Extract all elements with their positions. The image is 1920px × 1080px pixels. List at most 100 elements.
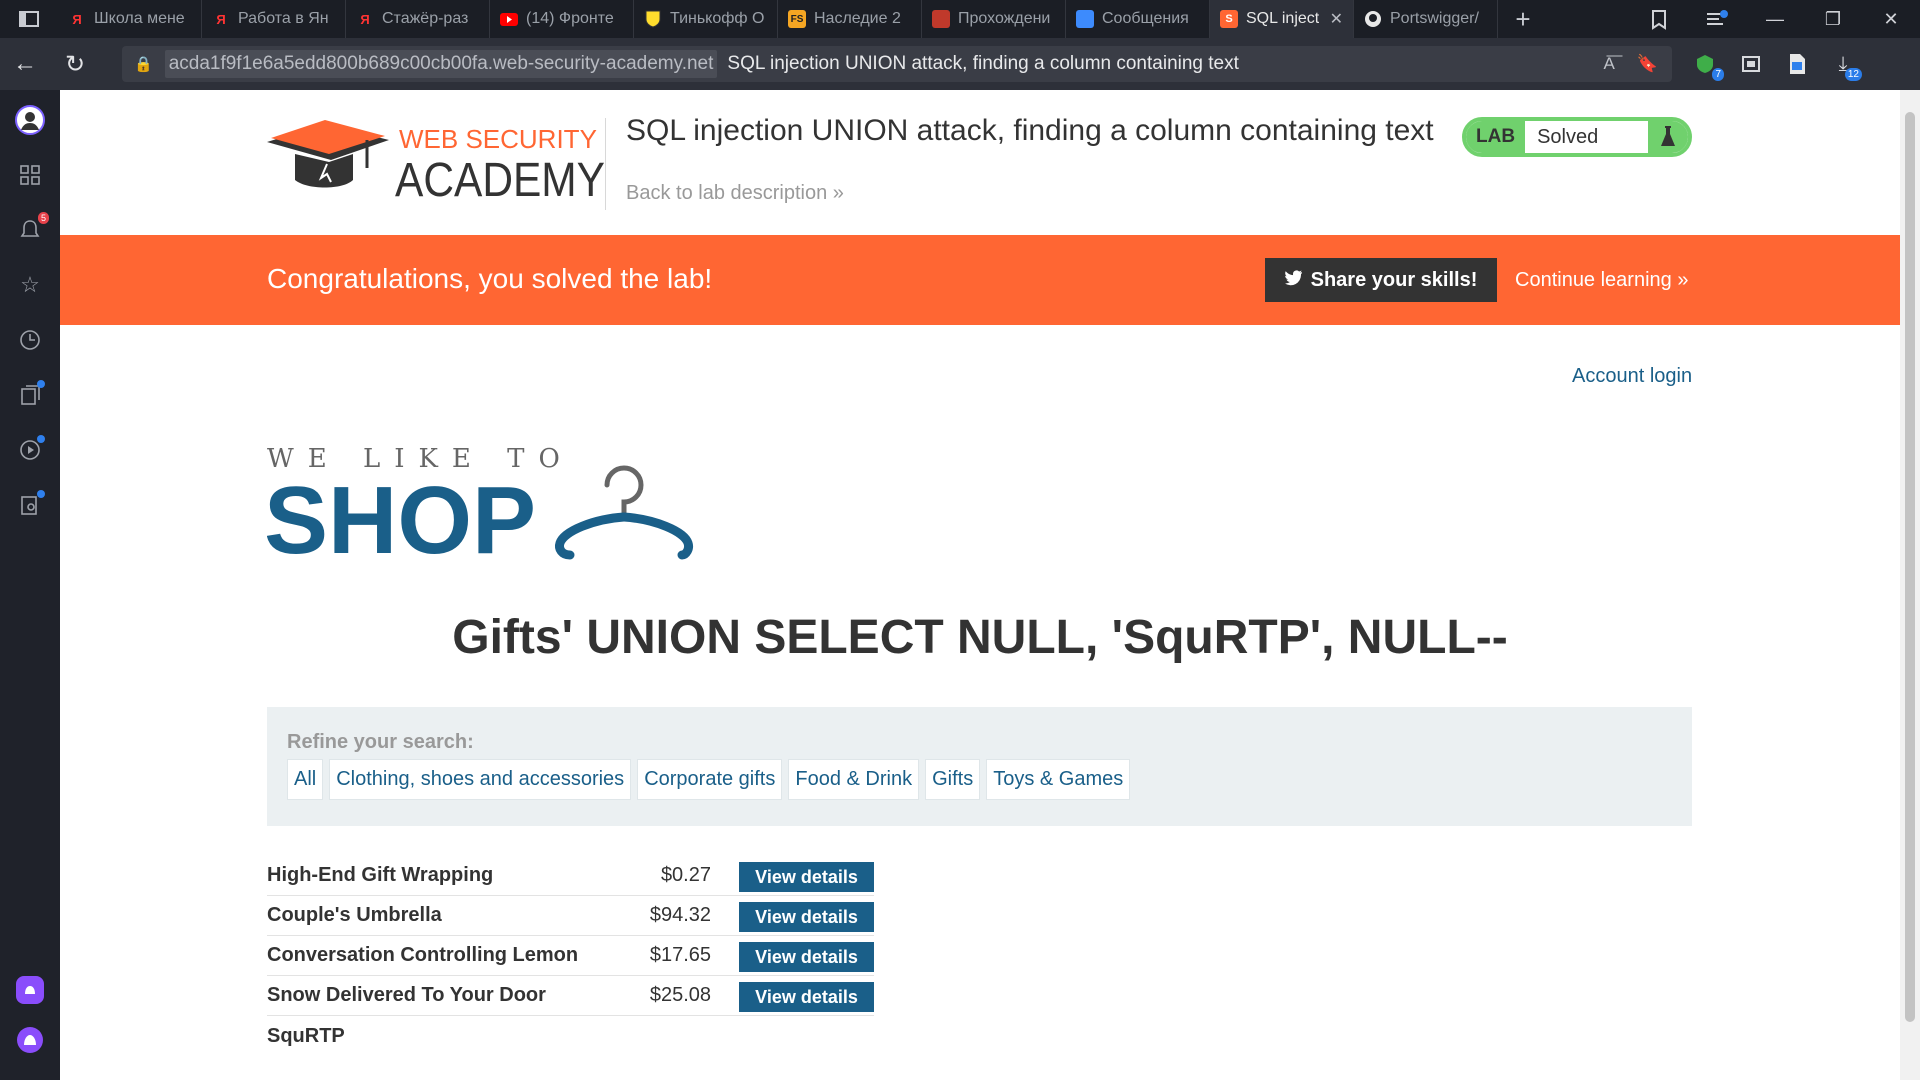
indicator-dot [37, 435, 45, 443]
academy-header: WEB SECURITY ACADEMY SQL injection UNION… [60, 90, 1900, 235]
lock-icon: 🔒 [134, 56, 153, 73]
table-row: SquRTP [267, 1016, 874, 1056]
web-security-academy-logo[interactable]: WEB SECURITY ACADEMY [267, 120, 607, 206]
star-icon[interactable]: ☆ [15, 270, 45, 300]
tab-2[interactable]: Я Стажёр-раз [346, 0, 490, 38]
tab-4[interactable]: Тинькофф О [634, 0, 778, 38]
account-login-link[interactable]: Account login [1572, 365, 1692, 388]
tab-title: Работа в Ян [238, 10, 329, 27]
extension-badge: 7 [1712, 68, 1724, 81]
tab-title: SQL inject [1246, 10, 1320, 27]
url-field[interactable]: 🔒 acda1f9f1e6a5edd800b689c00cb00fa.web-s… [122, 46, 1672, 82]
congratulations-message: Congratulations, you solved the lab! [267, 263, 713, 294]
downloads-icon[interactable]: ⤓ 12 [1828, 49, 1862, 81]
product-name: High-End Gift Wrapping [267, 864, 494, 886]
apps-grid-icon[interactable] [15, 160, 45, 190]
search-doc-icon[interactable] [15, 490, 45, 520]
profile-avatar-icon[interactable] [15, 105, 45, 135]
continue-learning-link[interactable]: Continue learning » [1515, 269, 1688, 292]
category-food-drink[interactable]: Food & Drink [788, 759, 920, 800]
lab-label: LAB [1466, 121, 1526, 153]
refine-search-panel: Refine your search: All Clothing, shoes … [267, 707, 1692, 826]
tab-3[interactable]: (14) Фронте [490, 0, 634, 38]
category-all[interactable]: All [287, 759, 324, 800]
notifications-badge: 5 [37, 212, 49, 224]
congratulations-banner: Congratulations, you solved the lab! Sha… [60, 235, 1900, 325]
messenger-app-icon[interactable] [15, 975, 45, 1005]
screenshot-icon[interactable] [1736, 49, 1766, 79]
downloads-badge: 12 [1844, 68, 1862, 81]
back-arrow-icon[interactable]: ← [0, 38, 50, 90]
tab-title: Прохождени [958, 10, 1051, 27]
messages-icon [1076, 10, 1094, 28]
tab-8-active[interactable]: S SQL inject ✕ [1210, 0, 1354, 38]
tab-title: Тинькофф О [670, 10, 765, 27]
refine-label: Refine your search: [287, 731, 474, 753]
category-corporate-gifts[interactable]: Corporate gifts [637, 759, 783, 800]
category-gifts[interactable]: Gifts [925, 759, 981, 800]
double-chevron-right-icon: » [1677, 269, 1689, 291]
close-tab-icon[interactable]: ✕ [1326, 9, 1343, 29]
download-file-icon[interactable] [1782, 49, 1812, 79]
window-controls: — ❐ ✕ [1630, 0, 1920, 38]
view-details-button[interactable]: View details [739, 902, 874, 932]
close-window-icon[interactable]: ✕ [1862, 0, 1920, 38]
tab-1[interactable]: Я Работа в Ян [202, 0, 346, 38]
table-row: Snow Delivered To Your Door $25.08 View … [267, 976, 874, 1016]
hanger-icon [555, 465, 693, 560]
scrollbar-thumb[interactable] [1905, 112, 1915, 1022]
tab-7[interactable]: Сообщения [1066, 0, 1210, 38]
product-name: Conversation Controlling Lemon [267, 944, 579, 966]
view-details-button[interactable]: View details [739, 982, 874, 1012]
share-label: Share your skills! [1310, 268, 1478, 291]
table-row: High-End Gift Wrapping $0.27 View detail… [267, 856, 874, 896]
tab-5[interactable]: FS Наследие 2 [778, 0, 922, 38]
bell-icon[interactable]: 5 [15, 212, 49, 245]
github-icon [1364, 10, 1382, 28]
tab-title: Сообщения [1102, 10, 1189, 27]
reload-icon[interactable]: ↻ [50, 38, 100, 90]
share-skills-button[interactable]: Share your skills! [1265, 258, 1497, 302]
url-page-title: SQL injection UNION attack, finding a co… [727, 53, 1239, 74]
portswigger-icon: S [1220, 10, 1238, 28]
history-icon[interactable] [15, 325, 45, 355]
play-icon[interactable] [15, 435, 45, 465]
fs-icon: FS [788, 10, 806, 28]
tab-6[interactable]: Прохождени [922, 0, 1066, 38]
back-link-text: Back to lab description [626, 182, 828, 204]
collections-icon[interactable] [1630, 0, 1688, 38]
double-chevron-right-icon: » [832, 182, 844, 204]
header-divider [605, 118, 606, 210]
view-details-button[interactable]: View details [739, 942, 874, 972]
tab-9[interactable]: Portswigger/ [1354, 0, 1498, 38]
reading-list-icon[interactable] [15, 380, 45, 410]
tabs-menu-icon[interactable] [1688, 0, 1746, 38]
page-scrollbar[interactable] [1900, 90, 1920, 1080]
translate-icon[interactable]: A͞ [1603, 54, 1614, 74]
tab-title: Portswigger/ [1390, 10, 1479, 27]
twitter-icon [1284, 269, 1303, 292]
tab-title: Наследие 2 [814, 10, 901, 27]
lab-title: SQL injection UNION attack, finding a co… [626, 114, 1434, 147]
restore-icon[interactable]: ❐ [1804, 0, 1862, 38]
indicator-dot [37, 490, 45, 498]
logo-bottom-text: ACADEMY [395, 154, 605, 206]
extension-shield-icon[interactable]: 7 [1690, 49, 1724, 81]
tab-title: Школа мене [94, 10, 185, 27]
we-like-to-shop-logo[interactable]: WE LIKE TO SHOP [267, 435, 717, 570]
product-price: $17.65 [649, 944, 711, 966]
view-details-button[interactable]: View details [739, 862, 874, 892]
tab-0[interactable]: Я Школа мене [58, 0, 202, 38]
address-bar: ← ↻ 🔒 acda1f9f1e6a5edd800b689c00cb00fa.w… [0, 38, 1920, 90]
back-to-lab-link[interactable]: Back to lab description » [626, 182, 844, 205]
new-tab-button[interactable]: + [1498, 0, 1548, 38]
minimize-icon[interactable]: — [1746, 0, 1804, 38]
browser-sidebar: 5 ☆ [0, 90, 60, 1080]
category-toys-games[interactable]: Toys & Games [986, 759, 1131, 800]
product-name: Snow Delivered To Your Door [267, 984, 546, 1006]
url-host: acda1f9f1e6a5edd800b689c00cb00fa.web-sec… [164, 50, 718, 78]
category-clothing[interactable]: Clothing, shoes and accessories [329, 759, 632, 800]
alice-assistant-icon[interactable] [15, 1025, 45, 1055]
bookmark-icon[interactable]: 🔖 [1637, 54, 1658, 74]
sidebar-toggle-icon[interactable] [0, 0, 58, 38]
